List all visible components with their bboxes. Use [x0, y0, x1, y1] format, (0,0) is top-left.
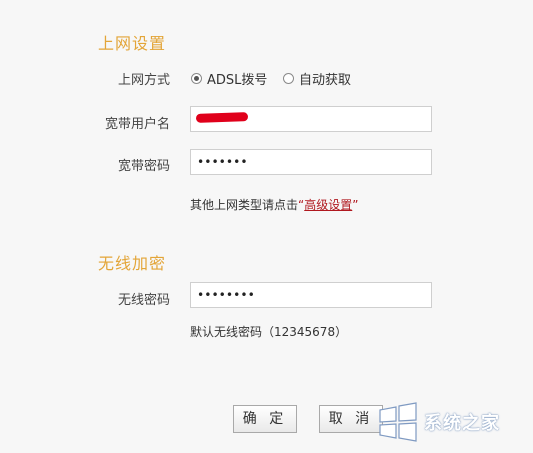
- section-title-wireless: 无线加密: [98, 254, 167, 273]
- connection-mode-label: 上网方式: [117, 73, 170, 88]
- watermark-logo: 系统之家: [376, 398, 526, 446]
- broadband-password-label: 宽带密码: [117, 159, 170, 174]
- radio-auto-indicator[interactable]: [283, 73, 294, 84]
- confirm-button[interactable]: 确 定: [233, 405, 297, 433]
- broadband-password-input[interactable]: [190, 149, 432, 175]
- cancel-button[interactable]: 取 消: [319, 405, 383, 433]
- hint-prefix: 其他上网类型请点击: [190, 198, 299, 212]
- radio-adsl-indicator[interactable]: [191, 73, 202, 84]
- radio-adsl-label: ADSL拨号: [207, 73, 268, 88]
- advanced-settings-hint: 其他上网类型请点击“高级设置”: [190, 196, 358, 213]
- wireless-password-label: 无线密码: [117, 293, 170, 308]
- radio-auto-label: 自动获取: [299, 73, 352, 88]
- radio-auto[interactable]: 自动获取: [283, 69, 351, 88]
- radio-adsl[interactable]: ADSL拨号: [191, 69, 267, 88]
- advanced-settings-link[interactable]: 高级设置: [304, 198, 352, 212]
- section-title-internet: 上网设置: [98, 34, 167, 53]
- windows-logo-icon: [379, 402, 417, 442]
- wireless-password-input[interactable]: [190, 282, 432, 308]
- hint-quote-close: ”: [352, 198, 359, 212]
- watermark-text: 系统之家: [424, 413, 500, 434]
- username-label: 宽带用户名: [104, 117, 170, 132]
- redaction-mark: [195, 112, 249, 123]
- default-wireless-password-hint: 默认无线密码（12345678）: [190, 325, 348, 339]
